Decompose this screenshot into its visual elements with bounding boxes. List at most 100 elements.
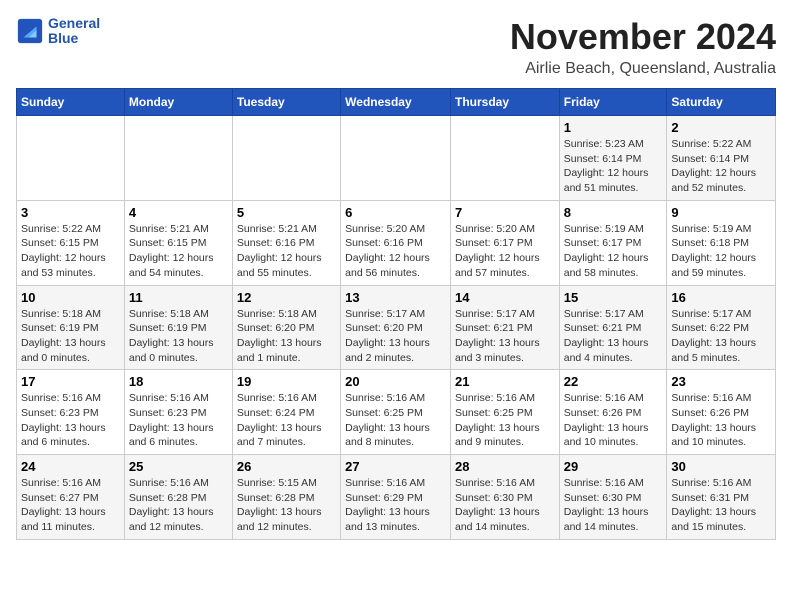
weekday-header: Thursday — [450, 89, 559, 116]
day-number: 20 — [345, 374, 446, 389]
day-info: Sunrise: 5:16 AM Sunset: 6:25 PM Dayligh… — [345, 391, 446, 450]
day-info: Sunrise: 5:16 AM Sunset: 6:30 PM Dayligh… — [564, 476, 663, 535]
day-number: 26 — [237, 459, 336, 474]
day-info: Sunrise: 5:16 AM Sunset: 6:23 PM Dayligh… — [21, 391, 120, 450]
day-number: 18 — [129, 374, 228, 389]
logo: General Blue — [16, 16, 100, 47]
title-section: November 2024 Airlie Beach, Queensland, … — [510, 16, 776, 78]
day-info: Sunrise: 5:16 AM Sunset: 6:31 PM Dayligh… — [671, 476, 771, 535]
calendar-week-row: 10 Sunrise: 5:18 AM Sunset: 6:19 PM Dayli… — [17, 285, 776, 370]
calendar-cell: 8 Sunrise: 5:19 AM Sunset: 6:17 PM Daylig… — [559, 200, 667, 285]
day-info: Sunrise: 5:15 AM Sunset: 6:28 PM Dayligh… — [237, 476, 336, 535]
day-number: 28 — [455, 459, 555, 474]
calendar-cell: 7 Sunrise: 5:20 AM Sunset: 6:17 PM Daylig… — [450, 200, 559, 285]
day-info: Sunrise: 5:16 AM Sunset: 6:29 PM Dayligh… — [345, 476, 446, 535]
day-info: Sunrise: 5:16 AM Sunset: 6:26 PM Dayligh… — [564, 391, 663, 450]
day-info: Sunrise: 5:21 AM Sunset: 6:16 PM Dayligh… — [237, 222, 336, 281]
day-number: 24 — [21, 459, 120, 474]
calendar-cell: 10 Sunrise: 5:18 AM Sunset: 6:19 PM Dayli… — [17, 285, 125, 370]
day-number: 27 — [345, 459, 446, 474]
calendar-body: 1 Sunrise: 5:23 AM Sunset: 6:14 PM Daylig… — [17, 116, 776, 540]
header: General Blue November 2024 Airlie Beach,… — [16, 16, 776, 78]
calendar-week-row: 1 Sunrise: 5:23 AM Sunset: 6:14 PM Daylig… — [17, 116, 776, 201]
day-number: 14 — [455, 290, 555, 305]
day-info: Sunrise: 5:16 AM Sunset: 6:30 PM Dayligh… — [455, 476, 555, 535]
day-number: 13 — [345, 290, 446, 305]
calendar-header: SundayMondayTuesdayWednesdayThursdayFrid… — [17, 89, 776, 116]
day-number: 5 — [237, 205, 336, 220]
calendar-cell: 28 Sunrise: 5:16 AM Sunset: 6:30 PM Dayli… — [450, 455, 559, 540]
calendar-cell: 23 Sunrise: 5:16 AM Sunset: 6:26 PM Dayli… — [667, 370, 776, 455]
day-info: Sunrise: 5:16 AM Sunset: 6:23 PM Dayligh… — [129, 391, 228, 450]
calendar-cell: 17 Sunrise: 5:16 AM Sunset: 6:23 PM Dayli… — [17, 370, 125, 455]
calendar-cell: 21Sunrise: 5:16 AM Sunset: 6:25 PM Dayli… — [450, 370, 559, 455]
calendar-cell: 29 Sunrise: 5:16 AM Sunset: 6:30 PM Dayli… — [559, 455, 667, 540]
day-number: 17 — [21, 374, 120, 389]
calendar-cell — [17, 116, 125, 201]
day-info: Sunrise: 5:17 AM Sunset: 6:21 PM Dayligh… — [564, 307, 663, 366]
day-info: Sunrise: 5:18 AM Sunset: 6:20 PM Dayligh… — [237, 307, 336, 366]
day-number: 30 — [671, 459, 771, 474]
day-info: Sunrise: 5:17 AM Sunset: 6:21 PM Dayligh… — [455, 307, 555, 366]
day-number: 10 — [21, 290, 120, 305]
calendar-cell: 11 Sunrise: 5:18 AM Sunset: 6:19 PM Dayli… — [124, 285, 232, 370]
day-info: Sunrise: 5:16 AM Sunset: 6:26 PM Dayligh… — [671, 391, 771, 450]
day-info: Sunrise: 5:17 AM Sunset: 6:22 PM Dayligh… — [671, 307, 771, 366]
calendar-week-row: 3Sunrise: 5:22 AM Sunset: 6:15 PM Daylig… — [17, 200, 776, 285]
calendar-cell: 16 Sunrise: 5:17 AM Sunset: 6:22 PM Dayli… — [667, 285, 776, 370]
day-info: Sunrise: 5:20 AM Sunset: 6:16 PM Dayligh… — [345, 222, 446, 281]
calendar-cell: 20 Sunrise: 5:16 AM Sunset: 6:25 PM Dayli… — [341, 370, 451, 455]
calendar-cell: 22 Sunrise: 5:16 AM Sunset: 6:26 PM Dayli… — [559, 370, 667, 455]
day-number: 15 — [564, 290, 663, 305]
day-number: 8 — [564, 205, 663, 220]
day-number: 1 — [564, 120, 663, 135]
weekday-header: Friday — [559, 89, 667, 116]
day-number: 11 — [129, 290, 228, 305]
day-info: Sunrise: 5:18 AM Sunset: 6:19 PM Dayligh… — [129, 307, 228, 366]
calendar-cell: 25Sunrise: 5:16 AM Sunset: 6:28 PM Dayli… — [124, 455, 232, 540]
day-number: 3 — [21, 205, 120, 220]
calendar-cell: 9 Sunrise: 5:19 AM Sunset: 6:18 PM Daylig… — [667, 200, 776, 285]
day-number: 23 — [671, 374, 771, 389]
day-info: Sunrise: 5:16 AM Sunset: 6:28 PM Dayligh… — [129, 476, 228, 535]
calendar-cell: 12Sunrise: 5:18 AM Sunset: 6:20 PM Dayli… — [232, 285, 340, 370]
calendar-cell: 13 Sunrise: 5:17 AM Sunset: 6:20 PM Dayli… — [341, 285, 451, 370]
calendar-week-row: 24Sunrise: 5:16 AM Sunset: 6:27 PM Dayli… — [17, 455, 776, 540]
weekday-row: SundayMondayTuesdayWednesdayThursdayFrid… — [17, 89, 776, 116]
calendar-cell — [124, 116, 232, 201]
weekday-header: Saturday — [667, 89, 776, 116]
calendar-cell — [341, 116, 451, 201]
day-number: 2 — [671, 120, 771, 135]
calendar-cell: 26 Sunrise: 5:15 AM Sunset: 6:28 PM Dayli… — [232, 455, 340, 540]
weekday-header: Wednesday — [341, 89, 451, 116]
weekday-header: Monday — [124, 89, 232, 116]
calendar-cell — [450, 116, 559, 201]
weekday-header: Sunday — [17, 89, 125, 116]
day-number: 29 — [564, 459, 663, 474]
day-info: Sunrise: 5:19 AM Sunset: 6:18 PM Dayligh… — [671, 222, 771, 281]
day-info: Sunrise: 5:18 AM Sunset: 6:19 PM Dayligh… — [21, 307, 120, 366]
calendar-cell: 6 Sunrise: 5:20 AM Sunset: 6:16 PM Daylig… — [341, 200, 451, 285]
day-info: Sunrise: 5:17 AM Sunset: 6:20 PM Dayligh… — [345, 307, 446, 366]
calendar-cell — [232, 116, 340, 201]
calendar-cell: 24Sunrise: 5:16 AM Sunset: 6:27 PM Dayli… — [17, 455, 125, 540]
day-info: Sunrise: 5:23 AM Sunset: 6:14 PM Dayligh… — [564, 137, 663, 196]
day-number: 16 — [671, 290, 771, 305]
month-title: November 2024 — [510, 16, 776, 58]
day-info: Sunrise: 5:16 AM Sunset: 6:24 PM Dayligh… — [237, 391, 336, 450]
day-info: Sunrise: 5:20 AM Sunset: 6:17 PM Dayligh… — [455, 222, 555, 281]
calendar-cell: 2 Sunrise: 5:22 AM Sunset: 6:14 PM Daylig… — [667, 116, 776, 201]
calendar-cell: 4Sunrise: 5:21 AM Sunset: 6:15 PM Daylig… — [124, 200, 232, 285]
day-number: 4 — [129, 205, 228, 220]
weekday-header: Tuesday — [232, 89, 340, 116]
day-number: 19 — [237, 374, 336, 389]
logo-text: General Blue — [48, 16, 100, 47]
day-info: Sunrise: 5:22 AM Sunset: 6:14 PM Dayligh… — [671, 137, 771, 196]
calendar-cell: 19 Sunrise: 5:16 AM Sunset: 6:24 PM Dayli… — [232, 370, 340, 455]
day-info: Sunrise: 5:19 AM Sunset: 6:17 PM Dayligh… — [564, 222, 663, 281]
calendar-table: SundayMondayTuesdayWednesdayThursdayFrid… — [16, 88, 776, 540]
day-number: 6 — [345, 205, 446, 220]
day-number: 7 — [455, 205, 555, 220]
day-number: 22 — [564, 374, 663, 389]
day-number: 9 — [671, 205, 771, 220]
